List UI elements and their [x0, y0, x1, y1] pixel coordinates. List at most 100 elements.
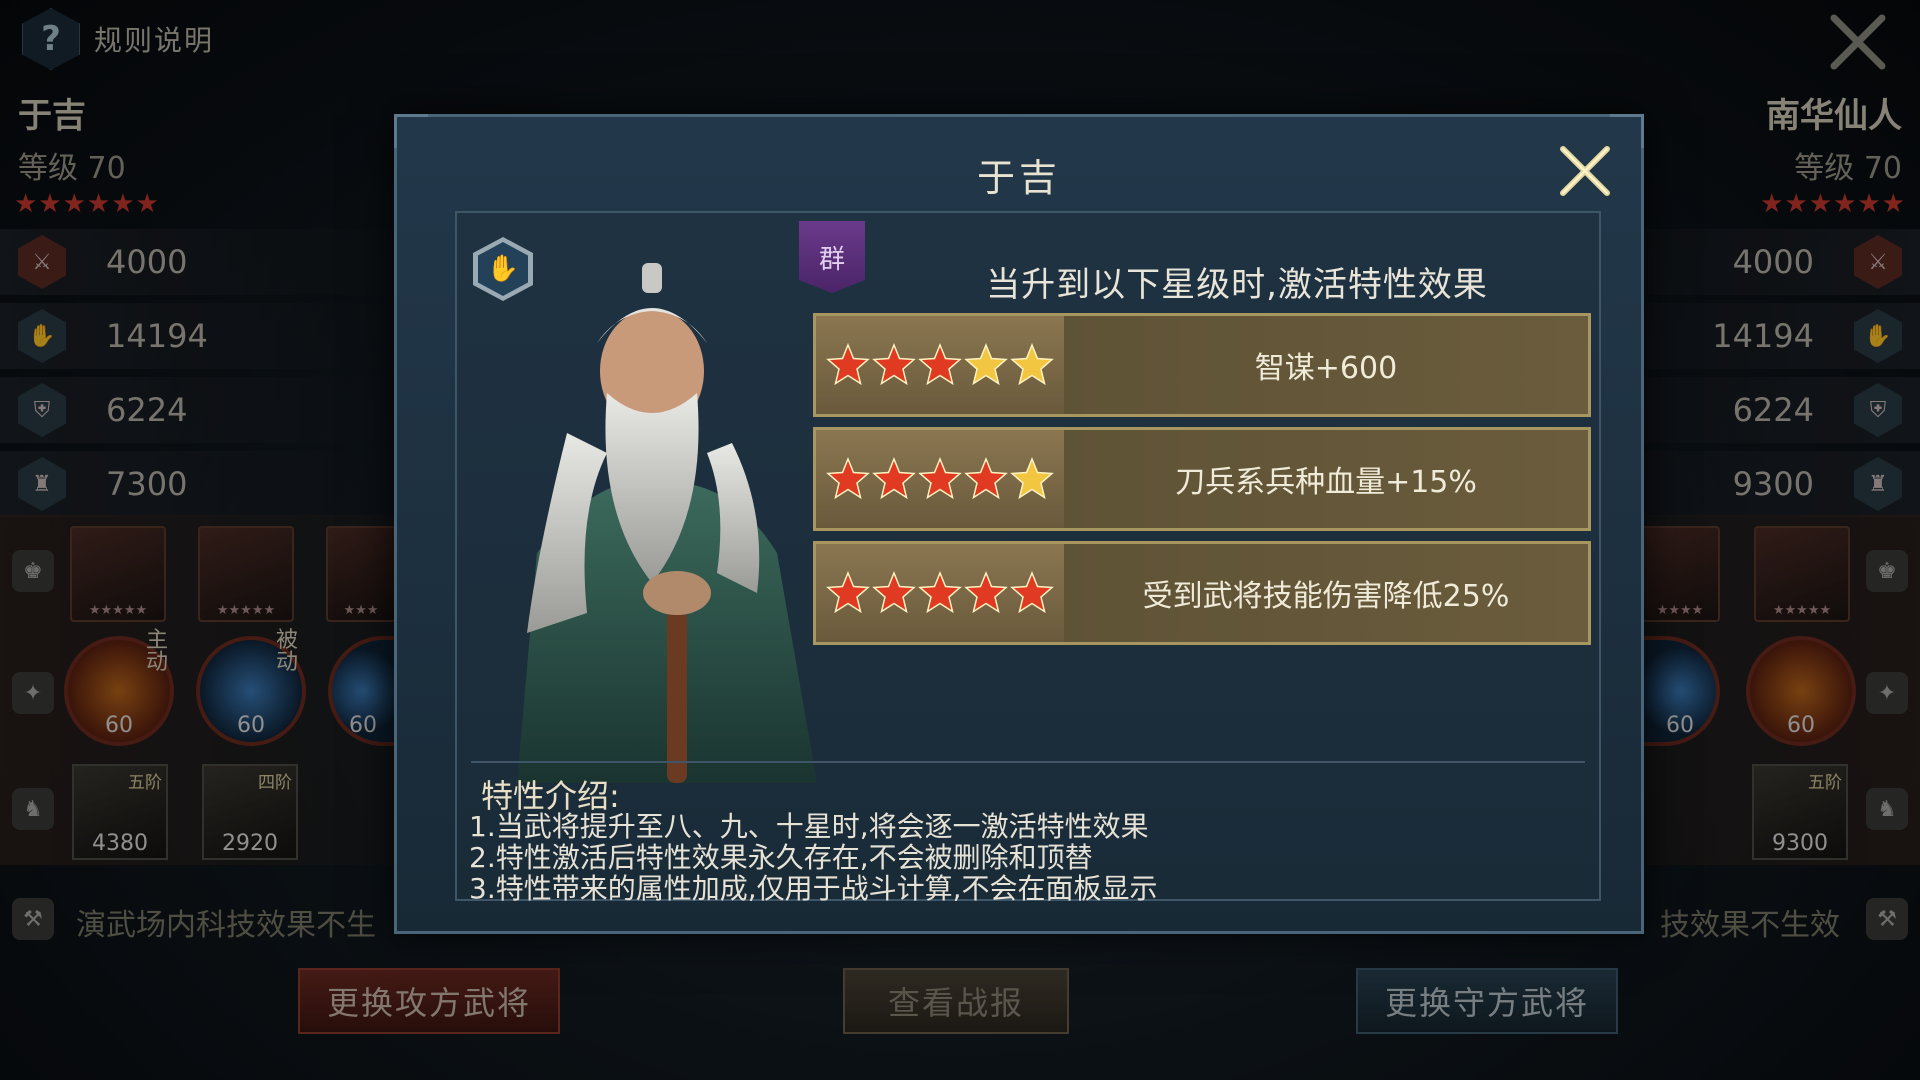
slot-stars: ★★★★★ — [1772, 603, 1832, 618]
stat-row-attack: ⚔ 4000 — [0, 229, 400, 295]
star-icon — [964, 571, 1008, 614]
change-defender-button[interactable]: 更换守方武将 — [1356, 968, 1618, 1034]
dialog-title: 于吉 — [976, 156, 1061, 200]
help-icon: ? — [22, 8, 80, 70]
close-icon[interactable] — [1826, 10, 1890, 74]
equipment-slot[interactable]: ★★★★★ — [198, 526, 294, 622]
troop-tier: 四阶 — [258, 773, 292, 793]
change-attacker-button[interactable]: 更换攻方武将 — [298, 968, 560, 1034]
attacker-level: 等级 70 — [18, 151, 126, 186]
game-screen: ? 规则说明 于吉 等级 70 ★★★★★★ ⚔ 4000 ✋ 14194 ⛨ 622… — [0, 0, 1920, 1080]
intro-text: 1.当武将提升至八、九、十星时,将会逐一激活特性效果 2.特性激活后特性效果永久… — [469, 811, 1158, 904]
skill-tag: 主 动 — [146, 628, 169, 675]
stat-value: 14194 — [1712, 317, 1814, 355]
attack-icon: ⚔ — [18, 235, 66, 289]
command-icon: ♜ — [18, 457, 66, 511]
stat-value: 6224 — [106, 391, 188, 429]
close-icon[interactable] — [1555, 141, 1615, 201]
tech-icon: ⚒ — [12, 898, 54, 940]
rules-button[interactable]: ? 规则说明 — [22, 8, 214, 70]
star-icon — [1010, 343, 1054, 386]
star-icon — [872, 343, 916, 386]
trait-text: 刀兵系兵种血量+15% — [1175, 465, 1477, 500]
star-icon — [826, 343, 870, 386]
trait-stars — [816, 544, 1064, 642]
skill-row-icon: ✦ — [12, 672, 54, 714]
attacker-tech-note: 演武场内科技效果不生 — [76, 908, 376, 943]
slot-stars: ★★★★ — [1656, 603, 1704, 618]
skill-level: 60 — [1787, 713, 1815, 738]
star-icon — [964, 343, 1008, 386]
skill-level: 60 — [237, 713, 265, 738]
attacker-panel: 于吉 等级 70 ★★★★★★ ⚔ 4000 ✋ 14194 ⛨ 6224 ♜ 7300 — [0, 88, 400, 517]
stat-row-command: ♜ 7300 — [0, 451, 400, 517]
star-icon — [826, 571, 870, 614]
skill-level: 60 — [1666, 713, 1694, 738]
intellect-icon: ✋ — [18, 309, 66, 363]
stat-value: 7300 — [106, 465, 188, 503]
trait-row: 智谋+600 — [813, 313, 1591, 417]
stat-value: 9300 — [1732, 465, 1814, 503]
stat-value: 6224 — [1732, 391, 1814, 429]
defender-tech-note: 技效果不生效 — [1660, 908, 1840, 943]
troop-tier: 五阶 — [128, 773, 162, 793]
star-icon — [918, 571, 962, 614]
equipment-icon: ♚ — [12, 550, 54, 592]
stat-row-defense: ⛨ 6224 — [0, 377, 400, 443]
equipment-slot[interactable]: ★★★★★ — [70, 526, 166, 622]
star-icon — [872, 457, 916, 500]
intro-line: 3.特性带来的属性加成,仅用于战斗计算,不会在面板显示 — [469, 872, 1158, 905]
troop-count: 4380 — [92, 831, 148, 856]
skill-level: 60 — [349, 713, 377, 738]
star-icon — [1010, 457, 1054, 500]
divider — [471, 761, 1585, 763]
rules-label: 规则说明 — [94, 24, 215, 57]
stat-value: 14194 — [106, 317, 208, 355]
frame-corner — [1610, 114, 1644, 148]
general-portrait — [517, 263, 817, 783]
intro-line: 2.特性激活后特性效果永久存在,不会被删除和顶替 — [469, 841, 1093, 874]
trait-stars — [816, 430, 1064, 528]
star-icon — [872, 571, 916, 614]
intro-line: 1.当武将提升至八、九、十星时,将会逐一激活特性效果 — [469, 810, 1149, 843]
dialog-body: ✋ 群 当升到以下星级时,激活特性效果 智谋+600 刀兵系兵种血量+15% 受… — [455, 211, 1601, 904]
trait-headline: 当升到以下星级时,激活特性效果 — [986, 265, 1488, 305]
stat-value: 4000 — [106, 243, 188, 281]
trait-dialog: 于吉 ✋ 群 当升到以下星级时,激活特性效果 智谋+600 刀兵系兵种血量+15… — [394, 114, 1644, 934]
skill-tag: 被 动 — [276, 628, 299, 675]
skill-row-icon: ✦ — [1866, 672, 1908, 714]
troop-row-icon: ♞ — [12, 788, 54, 830]
command-icon: ♜ — [1854, 457, 1902, 511]
troop-slot[interactable]: 五阶 4380 — [72, 764, 168, 860]
troop-slot[interactable]: 五阶 9300 — [1752, 764, 1848, 860]
view-report-button[interactable]: 查看战报 — [843, 968, 1069, 1034]
trait-text: 受到武将技能伤害降低25% — [1142, 579, 1510, 614]
equipment-slot[interactable]: ★★★★★ — [1754, 526, 1850, 622]
shield-icon: ⛨ — [18, 383, 66, 437]
stat-value: 4000 — [1732, 243, 1814, 281]
shield-icon: ⛨ — [1854, 383, 1902, 437]
trait-row: 刀兵系兵种血量+15% — [813, 427, 1591, 531]
trait-stars — [816, 316, 1064, 414]
troop-slot[interactable]: 四阶 2920 — [202, 764, 298, 860]
intellect-icon: ✋ — [1854, 309, 1902, 363]
attacker-stars: ★★★★★★ — [14, 189, 160, 219]
troop-count: 9300 — [1772, 831, 1828, 856]
equipment-icon: ♚ — [1866, 550, 1908, 592]
star-icon — [964, 457, 1008, 500]
equipment-slot[interactable]: ★★★★ — [1640, 526, 1720, 622]
star-icon — [918, 457, 962, 500]
trait-row: 受到武将技能伤害降低25% — [813, 541, 1591, 645]
star-icon — [826, 457, 870, 500]
frame-corner — [394, 114, 428, 148]
troop-row-icon: ♞ — [1866, 788, 1908, 830]
slot-stars: ★★★★★ — [88, 603, 148, 618]
star-icon — [918, 343, 962, 386]
slot-stars: ★★★ — [343, 603, 379, 618]
troop-count: 2920 — [222, 831, 278, 856]
skill-active[interactable]: 60 — [1746, 636, 1856, 746]
equipment-slot[interactable]: ★★★ — [326, 526, 396, 622]
attacker-name: 于吉 — [18, 96, 86, 136]
star-icon — [1010, 571, 1054, 614]
stat-row-intellect: ✋ 14194 — [0, 303, 400, 369]
